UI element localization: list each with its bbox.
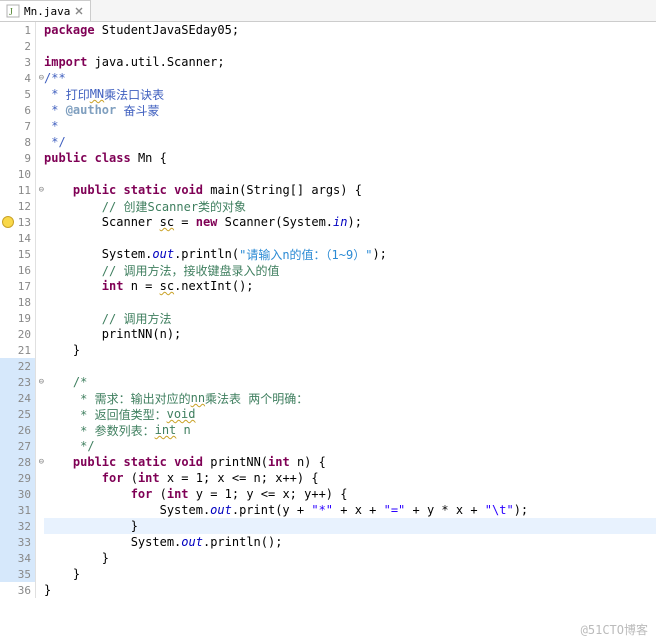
code-line <box>44 38 656 54</box>
line-number: 29 <box>0 470 35 486</box>
code-line: // 调用方法，接收键盘录入的值 <box>44 262 656 278</box>
line-number: 21 <box>0 342 35 358</box>
line-number: 1 <box>0 22 35 38</box>
line-number: 35 <box>0 566 35 582</box>
line-number: 19 <box>0 310 35 326</box>
code-line: } <box>44 550 656 566</box>
code-line <box>44 358 656 374</box>
line-number: 32 <box>0 518 35 534</box>
line-number: 17 <box>0 278 35 294</box>
code-line <box>44 230 656 246</box>
line-number: 7 <box>0 118 35 134</box>
code-line: // 创建Scanner类的对象 <box>44 198 656 214</box>
code-line: System.out.println(); <box>44 534 656 550</box>
line-number: 9 <box>0 150 35 166</box>
line-number: 33 <box>0 534 35 550</box>
code-line: * 打印MN乘法口诀表 <box>44 86 656 102</box>
editor-tab[interactable]: J Mn.java <box>0 0 91 21</box>
tab-label: Mn.java <box>24 5 70 18</box>
line-number: 6 <box>0 102 35 118</box>
code-line <box>44 294 656 310</box>
line-number: 28 <box>0 454 35 470</box>
line-number: 26 <box>0 422 35 438</box>
code-line: * <box>44 118 656 134</box>
code-line: } <box>44 342 656 358</box>
line-number: 11 <box>0 182 35 198</box>
svg-text:J: J <box>9 7 13 18</box>
close-icon[interactable] <box>74 6 84 16</box>
code-line-current: } <box>44 518 656 534</box>
line-number: 22 <box>0 358 35 374</box>
code-line: * 参数列表：int n <box>44 422 656 438</box>
line-number: 3 <box>0 54 35 70</box>
line-number: 2 <box>0 38 35 54</box>
tab-bar: J Mn.java <box>0 0 656 22</box>
line-number: 10 <box>0 166 35 182</box>
code-line: * 需求：输出对应的nn乘法表 两个明确： <box>44 390 656 406</box>
code-line: printNN(n); <box>44 326 656 342</box>
code-line: public class Mn { <box>44 150 656 166</box>
code-line: * 返回值类型：void <box>44 406 656 422</box>
warning-marker-icon[interactable]: 13 <box>0 214 35 230</box>
code-line: } <box>44 566 656 582</box>
code-line: // 调用方法 <box>44 310 656 326</box>
code-line: int n = sc.nextInt(); <box>44 278 656 294</box>
code-line: * @author 奋斗蒙 <box>44 102 656 118</box>
line-number: 34 <box>0 550 35 566</box>
code-line: package StudentJavaSEday05; <box>44 22 656 38</box>
line-number: 20 <box>0 326 35 342</box>
line-number: 5 <box>0 86 35 102</box>
line-number: 15 <box>0 246 35 262</box>
line-number: 24 <box>0 390 35 406</box>
line-number: 8 <box>0 134 35 150</box>
code-line <box>44 166 656 182</box>
code-line: } <box>44 582 656 598</box>
code-line: Scanner sc = new Scanner(System.in); <box>44 214 656 230</box>
line-number: 30 <box>0 486 35 502</box>
code-line: public static void printNN(int n) { <box>44 454 656 470</box>
code-line: */ <box>44 134 656 150</box>
line-number: 14 <box>0 230 35 246</box>
code-line: System.out.print(y + "*" + x + "=" + y *… <box>44 502 656 518</box>
code-line: System.out.println("请输入n的值：（1~9）"); <box>44 246 656 262</box>
line-number: 4 <box>0 70 35 86</box>
line-number: 23 <box>0 374 35 390</box>
code-line: import java.util.Scanner; <box>44 54 656 70</box>
line-number: 16 <box>0 262 35 278</box>
line-number: 36 <box>0 582 35 598</box>
code-editor[interactable]: 1 2 3 4 5 6 7 8 9 10 11 12 13 14 15 16 1… <box>0 22 656 598</box>
watermark: @51CTO博客 <box>581 621 648 638</box>
code-line: for (int x = 1; x <= n; x++) { <box>44 470 656 486</box>
code-line: /* <box>44 374 656 390</box>
code-line: for (int y = 1; y <= x; y++) { <box>44 486 656 502</box>
line-number: 27 <box>0 438 35 454</box>
line-number: 31 <box>0 502 35 518</box>
code-line: */ <box>44 438 656 454</box>
java-file-icon: J <box>6 4 20 18</box>
code-area[interactable]: package StudentJavaSEday05; import java.… <box>36 22 656 598</box>
code-line: /** <box>44 70 656 86</box>
line-number: 12 <box>0 198 35 214</box>
line-gutter: 1 2 3 4 5 6 7 8 9 10 11 12 13 14 15 16 1… <box>0 22 36 598</box>
line-number: 25 <box>0 406 35 422</box>
line-number: 18 <box>0 294 35 310</box>
code-line: public static void main(String[] args) { <box>44 182 656 198</box>
